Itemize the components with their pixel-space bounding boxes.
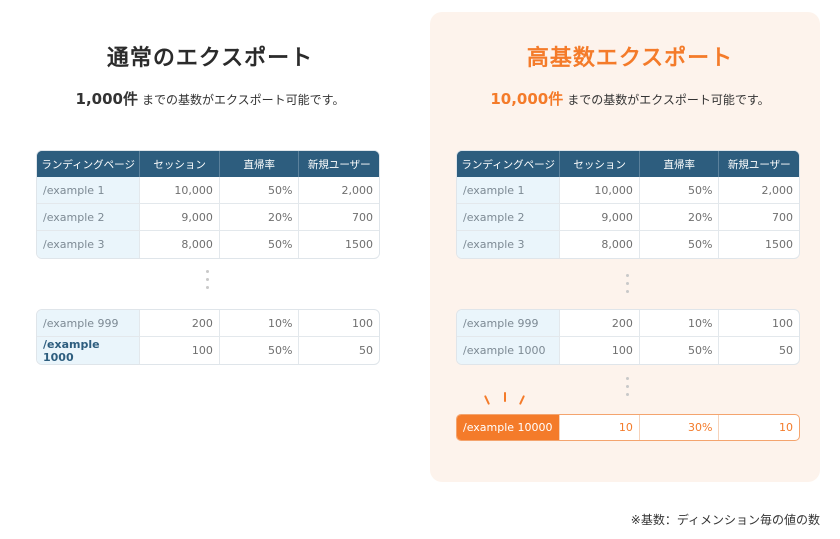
cell-landing-page: /example 1000 (457, 337, 561, 364)
cell-landing-page: /example 3 (37, 231, 141, 258)
header-sessions: セッション (560, 151, 640, 177)
cell-landing-page: /example 1 (37, 177, 141, 203)
ellipsis-vertical-icon (206, 270, 210, 294)
cell-new-users: 100 (772, 316, 793, 330)
cell-bounce-rate: 30% (640, 415, 720, 440)
header-sessions: セッション (140, 151, 220, 177)
table-row: /example 1 10,000 50% 2,000 (457, 177, 799, 204)
spark-line-icon (504, 392, 506, 402)
table-row: /example 1 10,000 50% 2,000 (37, 177, 379, 204)
cell-sessions: 200 (140, 310, 220, 336)
cell-landing-page: /example 999 (37, 310, 141, 336)
ellipsis-vertical-icon (626, 274, 630, 298)
cell-landing-page: /example 2 (457, 204, 561, 230)
cell-new-users: 50 (359, 344, 373, 357)
cell-landing-page: /example 2 (37, 204, 141, 230)
normal-export-description: までの基数がエクスポート可能です。 (142, 93, 345, 107)
cell-bounce-rate: 50% (220, 337, 300, 364)
high-cardinality-export-title: 高基数エクスポート (526, 46, 734, 71)
table-row: /example 3 8,000 50% 1500 (457, 231, 799, 258)
cell-new-users: 2,000 (761, 183, 794, 197)
cell-bounce-rate: 10% (220, 310, 300, 336)
ellipsis-vertical-icon (626, 377, 630, 401)
high-cardinality-table-middle: /example 999 200 10% 100 /example 1000 1… (456, 309, 800, 365)
cell-landing-page: /example 999 (457, 310, 561, 336)
cell-new-users: 1500 (345, 238, 373, 251)
normal-export-limit: 1,000件 (75, 90, 138, 108)
header-new-users: 新規ユーザー (299, 151, 379, 177)
cell-new-users: 2,000 (341, 183, 374, 197)
highlight-row-10000: /example 10000 10 30% 10 (456, 414, 800, 441)
cell-sessions: 10,000 (140, 177, 220, 203)
cell-bounce-rate: 50% (220, 177, 300, 203)
high-cardinality-export-limit: 10,000件 (490, 90, 564, 108)
table-header-row: ランディングページ セッション 直帰率 新規ユーザー (457, 151, 799, 177)
cell-new-users: 100 (352, 316, 373, 330)
header-new-users: 新規ユーザー (719, 151, 799, 177)
table-row: /example 1000 100 50% 50 (457, 337, 799, 364)
spark-line-icon (518, 395, 526, 405)
cell-bounce-rate: 50% (220, 231, 300, 258)
table-row: /example 999 200 10% 100 (37, 310, 379, 337)
normal-export-table-top: ランディングページ セッション 直帰率 新規ユーザー /example 1 10… (36, 150, 380, 259)
cardinality-footnote: ※基数：ディメンション毎の値の数 (630, 513, 820, 527)
table-row-last: /example 1000 100 50% 50 (37, 337, 379, 364)
cell-landing-page: /example 1000 (37, 337, 141, 364)
cell-new-users: 50 (779, 344, 793, 357)
header-bounce-rate: 直帰率 (219, 151, 300, 177)
cell-sessions: 100 (140, 337, 220, 364)
normal-export-panel: 通常のエクスポート 1,000件 までの基数がエクスポート可能です。 ランディング… (0, 0, 420, 539)
normal-export-title: 通常のエクスポート (106, 46, 314, 71)
table-row: /example 2 9,000 20% 700 (457, 204, 799, 231)
cell-bounce-rate: 10% (640, 310, 720, 336)
cell-bounce-rate: 20% (640, 204, 720, 230)
cell-new-users: 10 (779, 421, 793, 434)
header-landing-page: ランディングページ (37, 151, 141, 177)
cell-bounce-rate: 50% (640, 337, 720, 364)
cell-bounce-rate: 50% (640, 177, 720, 203)
high-cardinality-export-description: までの基数がエクスポート可能です。 (567, 93, 770, 107)
table-row: /example 999 200 10% 100 (457, 310, 799, 337)
normal-export-subtitle: 1,000件 までの基数がエクスポート可能です。 (0, 88, 420, 109)
cell-new-users: 700 (352, 210, 373, 224)
spark-line-icon (483, 395, 491, 405)
cell-sessions: 9,000 (560, 204, 640, 230)
cell-bounce-rate: 50% (640, 231, 720, 258)
cell-sessions: 100 (560, 337, 640, 364)
cell-sessions: 200 (560, 310, 640, 336)
high-cardinality-export-panel: 高基数エクスポート 10,000件 までの基数がエクスポート可能です。 ランディン… (420, 0, 840, 539)
header-landing-page: ランディングページ (457, 151, 561, 177)
table-header-row: ランディングページ セッション 直帰率 新規ユーザー (37, 151, 379, 177)
normal-export-table-bottom: /example 999 200 10% 100 /example 1000 1… (36, 309, 380, 365)
high-cardinality-table-top: ランディングページ セッション 直帰率 新規ユーザー /example 1 10… (456, 150, 800, 259)
cell-sessions: 10 (560, 415, 640, 440)
cell-sessions: 8,000 (140, 231, 220, 258)
cell-landing-page: /example 3 (457, 231, 561, 258)
cell-landing-page: /example 10000 (457, 415, 561, 440)
cell-new-users: 700 (772, 210, 793, 224)
table-row: /example 2 9,000 20% 700 (37, 204, 379, 231)
cell-sessions: 9,000 (140, 204, 220, 230)
high-cardinality-export-subtitle: 10,000件 までの基数がエクスポート可能です。 (420, 88, 840, 109)
cell-sessions: 8,000 (560, 231, 640, 258)
table-row: /example 3 8,000 50% 1500 (37, 231, 379, 258)
header-bounce-rate: 直帰率 (639, 151, 720, 177)
cell-new-users: 1500 (765, 238, 793, 251)
cell-bounce-rate: 20% (220, 204, 300, 230)
cell-sessions: 10,000 (560, 177, 640, 203)
cell-landing-page: /example 1 (457, 177, 561, 203)
